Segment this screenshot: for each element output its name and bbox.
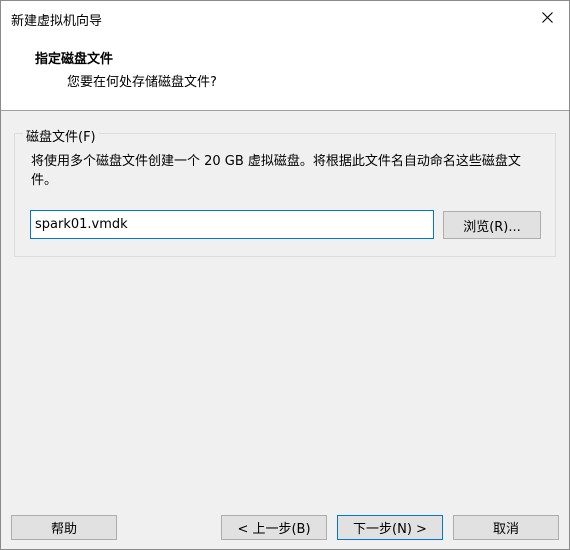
disk-filename-input[interactable] <box>30 210 434 239</box>
help-button[interactable]: 帮助 <box>11 515 117 540</box>
wizard-header: 指定磁盘文件 您要在何处存储磁盘文件? <box>1 34 569 111</box>
close-icon <box>541 12 553 23</box>
disk-file-description: 将使用多个磁盘文件创建一个 20 GB 虚拟磁盘。将根据此文件名自动命名这些磁盘… <box>31 154 521 188</box>
disk-file-group-label: 磁盘文件(F) <box>23 126 99 145</box>
title-bar: 新建虚拟机向导 <box>1 1 569 34</box>
page-subtitle: 您要在何处存储磁盘文件? <box>67 75 217 90</box>
next-button[interactable]: 下一步(N) > <box>337 515 443 540</box>
wizard-window: 新建虚拟机向导 指定磁盘文件 您要在何处存储磁盘文件? 磁盘文件(F) 将使用多… <box>0 0 570 550</box>
cancel-button[interactable]: 取消 <box>453 515 559 540</box>
back-button[interactable]: < 上一步(B) <box>221 515 327 540</box>
close-button[interactable] <box>525 1 569 34</box>
page-title: 指定磁盘文件 <box>35 52 114 67</box>
window-title: 新建虚拟机向导 <box>11 14 103 29</box>
browse-button[interactable]: 浏览(R)... <box>443 211 541 239</box>
